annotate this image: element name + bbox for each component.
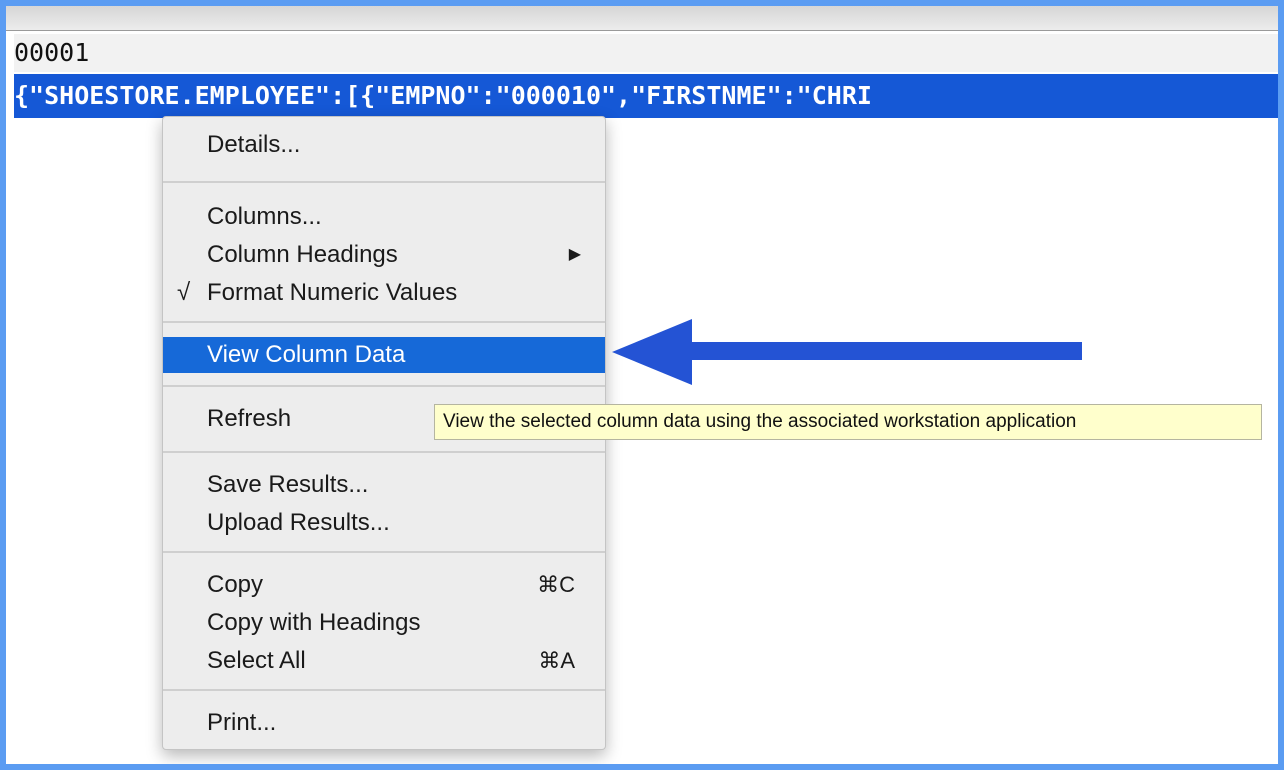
menu-item-label: Copy — [207, 571, 264, 598]
menu-item-select-all[interactable]: Select All ⌘A — [163, 643, 605, 679]
menu-item-label: Select All — [207, 647, 306, 674]
checkmark-icon: √ — [177, 279, 191, 306]
result-row-number[interactable]: 00001 — [14, 34, 1278, 72]
menu-item-format-numeric-values[interactable]: √ Format Numeric Values — [163, 275, 605, 311]
row-number-text: 00001 — [14, 38, 90, 67]
menu-item-columns[interactable]: Columns... — [163, 199, 605, 235]
results-header-bar — [6, 6, 1278, 31]
menu-item-upload-results[interactable]: Upload Results... — [163, 505, 605, 541]
menu-separator — [163, 451, 605, 453]
shortcut-label: ⌘A — [538, 648, 575, 673]
left-arrow-icon — [612, 319, 1082, 385]
tooltip-text: View the selected column data using the … — [443, 411, 1077, 432]
menu-separator — [163, 385, 605, 387]
menu-separator — [163, 181, 605, 183]
menu-item-label: Details... — [207, 131, 301, 158]
menu-item-copy[interactable]: Copy ⌘C — [163, 567, 605, 603]
menu-item-view-column-data[interactable]: View Column Data — [163, 337, 605, 373]
menu-item-column-headings[interactable]: Column Headings ▶ — [163, 237, 605, 273]
menu-item-label: Columns... — [207, 203, 322, 230]
menu-item-label: Upload Results... — [207, 509, 390, 536]
menu-item-copy-with-headings[interactable]: Copy with Headings — [163, 605, 605, 641]
menu-item-save-results[interactable]: Save Results... — [163, 467, 605, 503]
menu-item-label: Copy with Headings — [207, 609, 421, 636]
menu-item-label: View Column Data — [207, 341, 406, 368]
selected-json-cell[interactable]: {"SHOESTORE.EMPLOYEE":[{"EMPNO":"000010"… — [14, 74, 1278, 118]
screenshot-frame: 00001 {"SHOESTORE.EMPLOYEE":[{"EMPNO":"0… — [0, 0, 1284, 770]
menu-item-label: Format Numeric Values — [207, 279, 458, 306]
menu-item-details[interactable]: Details... — [163, 127, 605, 163]
menu-item-label: Save Results... — [207, 471, 369, 498]
tooltip: View the selected column data using the … — [434, 404, 1262, 440]
menu-item-label: Refresh — [207, 405, 292, 432]
submenu-arrow-icon: ▶ — [568, 246, 581, 263]
menu-separator — [163, 689, 605, 691]
menu-item-label: Column Headings — [207, 241, 398, 268]
json-cell-text: {"SHOESTORE.EMPLOYEE":[{"EMPNO":"000010"… — [14, 81, 872, 110]
menu-separator — [163, 321, 605, 323]
menu-item-label: Print... — [207, 709, 277, 736]
menu-separator — [163, 551, 605, 553]
shortcut-label: ⌘C — [537, 572, 575, 597]
menu-item-print[interactable]: Print... — [163, 705, 605, 741]
